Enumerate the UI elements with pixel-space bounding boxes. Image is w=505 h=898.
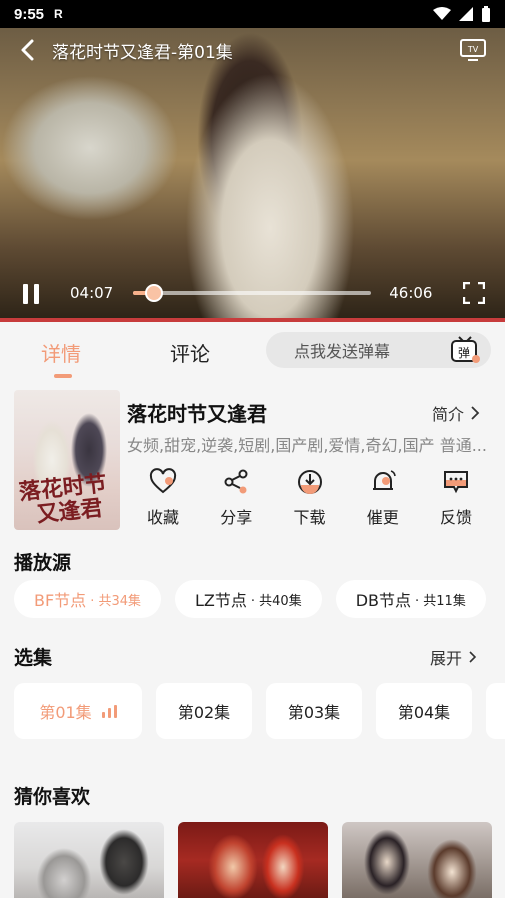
heart-icon [149, 468, 177, 494]
duration: 46:06 [389, 284, 433, 302]
video-title: 落花时节又逢君-第01集 [52, 42, 233, 63]
recommend-thumbnail[interactable] [342, 822, 492, 898]
favorite-label: 收藏 [146, 508, 179, 527]
poster-title-art: 落花时节 又逢君 [17, 470, 108, 530]
episode-list: 第01集 第02集 第03集 第04集 [14, 683, 505, 739]
back-icon[interactable] [18, 38, 38, 62]
remind-update-label: 催更 [366, 508, 399, 527]
action-bar: 收藏 分享 下载 催更 反馈 [127, 468, 492, 528]
synopsis-label: 简介 [432, 405, 465, 424]
download-label: 下载 [293, 508, 326, 527]
expand-label: 展开 [430, 649, 463, 668]
player-controls: 04:07 46:06 [0, 264, 505, 322]
tab-comment[interactable]: 评论 [170, 338, 210, 367]
danmu-placeholder: 点我发送弹幕 [294, 342, 391, 361]
status-bar: 9:55 R [0, 0, 505, 28]
tab-detail[interactable]: 详情 [41, 338, 81, 367]
feedback-icon [444, 471, 468, 494]
source-chip[interactable]: DB节点 · 共11集 [335, 580, 486, 618]
battery-icon [482, 6, 490, 22]
feedback-button[interactable]: 反馈 [420, 468, 492, 528]
expand-episodes-button[interactable]: 展开 [430, 645, 478, 669]
episode-label: 第01集 [39, 703, 92, 722]
danmu-input[interactable]: 点我发送弹幕 弹 [266, 332, 491, 368]
pause-button[interactable] [20, 282, 42, 304]
bell-icon [372, 470, 396, 490]
chevron-right-icon [471, 406, 480, 420]
recommend-section-title: 猜你喜欢 [14, 786, 91, 808]
episode-item[interactable]: 第02集 [156, 683, 252, 739]
danmu-icon[interactable]: 弹 [449, 334, 481, 366]
source-list: BF节点 · 共34集 LZ节点 · 共40集 DB节点 · 共11集 [14, 580, 505, 618]
tv-cast-icon[interactable]: TV [459, 38, 487, 62]
player-top-bar: 落花时节又逢君-第01集 TV [0, 28, 505, 72]
download-button[interactable]: 下载 [274, 468, 346, 528]
source-name: LZ节点 [195, 591, 247, 610]
video-player[interactable]: 落花时节又逢君-第01集 TV 04:07 46:06 [0, 28, 505, 322]
episode-label: 第03集 [287, 703, 341, 722]
source-chip[interactable]: BF节点 · 共34集 [14, 580, 161, 618]
detail-tabs: 详情 评论 点我发送弹幕 弹 [0, 322, 505, 380]
fullscreen-icon[interactable] [463, 282, 485, 304]
show-tags: 女频,甜宠,逆袭,短剧,国产剧,爱情,奇幻,国产 普通... [127, 436, 487, 455]
feedback-label: 反馈 [439, 508, 472, 527]
share-label: 分享 [220, 508, 253, 527]
status-r-indicator: R [54, 7, 63, 21]
share-icon [224, 469, 248, 494]
episode-item[interactable]: 第03集 [266, 683, 362, 739]
source-count: · 共34集 [90, 593, 141, 609]
source-chip[interactable]: LZ节点 · 共40集 [175, 580, 322, 618]
playing-indicator-icon [101, 704, 117, 718]
source-count: · 共40集 [250, 593, 302, 609]
source-name: DB节点 [355, 591, 412, 610]
share-button[interactable]: 分享 [200, 468, 272, 528]
source-count: · 共11集 [415, 593, 466, 609]
episode-section-title: 选集 [14, 647, 53, 669]
remind-update-button[interactable]: 催更 [347, 468, 419, 528]
signal-icon [459, 7, 473, 21]
seek-knob[interactable] [145, 284, 164, 302]
recommend-list [14, 822, 505, 898]
episode-item[interactable]: 第01集 [14, 683, 142, 739]
danmu-icon-text: 弹 [458, 346, 470, 360]
status-icons [433, 6, 491, 22]
current-time: 04:07 [70, 284, 114, 302]
episode-item[interactable]: 第04集 [376, 683, 472, 739]
source-name: BF节点 [34, 591, 87, 610]
show-title: 落花时节又逢君 [127, 402, 267, 426]
synopsis-link[interactable]: 简介 [432, 401, 480, 425]
episode-item[interactable] [486, 683, 505, 739]
episode-label: 第02集 [177, 703, 231, 722]
wifi-icon [433, 7, 451, 20]
favorite-button[interactable]: 收藏 [127, 468, 199, 528]
status-time: 9:55 [14, 5, 45, 23]
show-poster[interactable]: 落花时节 又逢君 [14, 390, 120, 530]
recommend-thumbnail[interactable] [14, 822, 164, 898]
svg-text:TV: TV [467, 45, 479, 54]
episode-label: 第04集 [397, 703, 451, 722]
source-section-title: 播放源 [14, 552, 72, 574]
recommend-thumbnail[interactable] [178, 822, 328, 898]
download-icon [297, 470, 322, 494]
tab-indicator [54, 374, 72, 378]
chevron-right-icon [469, 651, 477, 663]
show-info: 落花时节 又逢君 落花时节又逢君 简介 女频,甜宠,逆袭,短剧,国产剧,爱情,奇… [0, 380, 505, 540]
seek-bar[interactable] [133, 284, 372, 302]
